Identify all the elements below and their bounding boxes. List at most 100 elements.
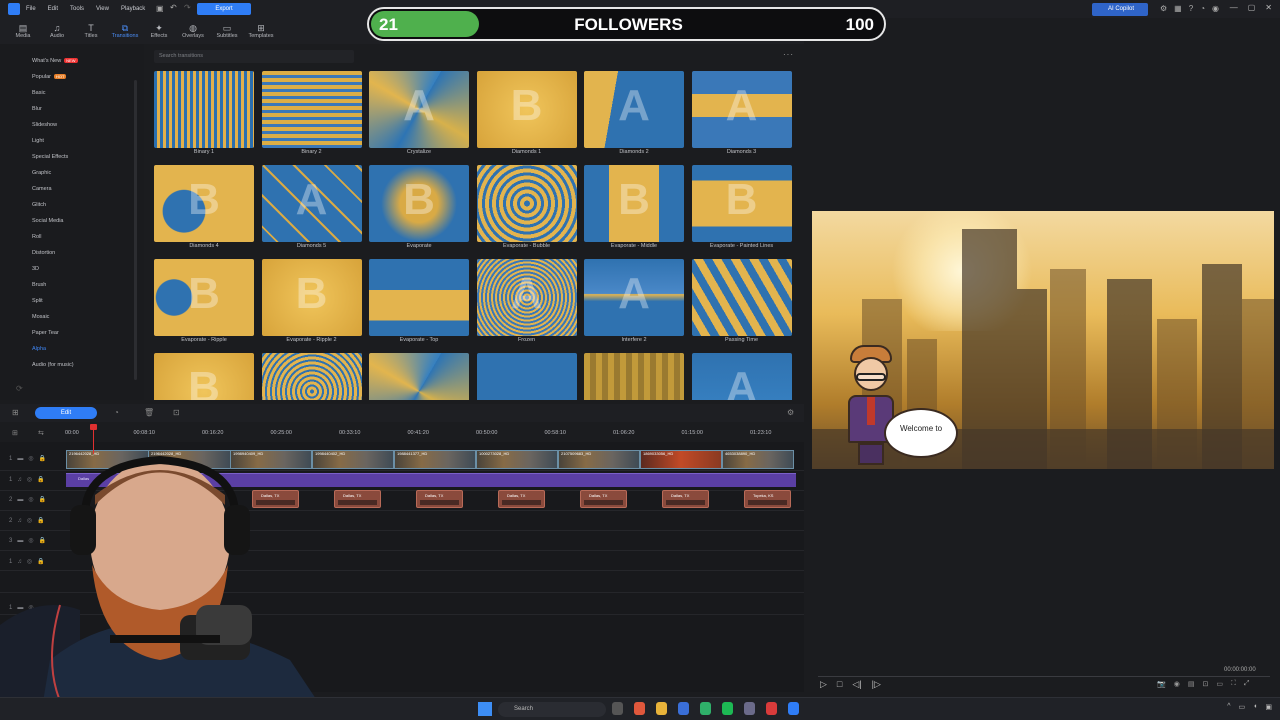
spotify-icon[interactable] <box>722 702 733 715</box>
expand-icon[interactable]: ⤢ <box>1244 680 1250 688</box>
delete-icon[interactable]: 🗑 <box>144 408 154 417</box>
video-clip[interactable]: 1000273028_HD <box>476 450 558 469</box>
category-item[interactable]: What's New NEW <box>32 58 78 64</box>
explorer-icon[interactable] <box>656 702 667 715</box>
start-icon[interactable] <box>478 702 492 716</box>
snapshot-icon[interactable]: 📷 <box>1157 680 1166 688</box>
steam-icon[interactable] <box>744 702 755 715</box>
network-icon[interactable]: ▭ <box>1239 703 1246 711</box>
render-icon[interactable]: ▤ <box>1188 680 1195 688</box>
account-icon[interactable]: ◉ <box>1212 4 1219 13</box>
preview-progress-bar[interactable] <box>818 676 1270 677</box>
link-icon[interactable]: ⟳ <box>16 384 23 393</box>
transition-thumbnail[interactable]: A <box>691 71 792 148</box>
category-item[interactable]: Split <box>32 298 43 304</box>
transition-thumbnail[interactable]: A <box>584 259 684 336</box>
fit-icon[interactable]: ⊡ <box>1202 680 1208 688</box>
text-clip[interactable]: Dallas, TX <box>580 490 627 508</box>
text-clip[interactable]: Dallas, TX <box>662 490 709 508</box>
tab-titles[interactable]: T Titles <box>74 18 108 44</box>
crop-icon[interactable]: ⊡ <box>173 408 180 417</box>
media-player-icon[interactable] <box>766 702 777 715</box>
category-item[interactable]: 3D <box>32 266 39 272</box>
transition-thumbnail[interactable]: A <box>476 259 577 336</box>
timeline-layout-icon[interactable]: ⊞ <box>12 408 19 417</box>
chrome-icon[interactable] <box>634 702 645 715</box>
category-item[interactable]: Brush <box>32 282 46 288</box>
tab-media[interactable]: ▤ Media <box>6 18 40 44</box>
transition-thumbnail[interactable] <box>691 259 792 336</box>
category-item[interactable]: Camera <box>32 186 52 192</box>
fullscreen-icon[interactable]: ⛶ <box>1231 680 1236 688</box>
save-icon[interactable]: ▣ <box>156 4 164 13</box>
app-icon[interactable] <box>678 702 689 715</box>
transition-thumbnail[interactable] <box>369 353 469 400</box>
close-icon[interactable]: ✕ <box>1265 3 1272 12</box>
category-item[interactable]: Slideshow <box>32 122 57 128</box>
menu-edit[interactable]: Edit <box>48 6 58 12</box>
category-item[interactable]: Social Media <box>32 218 64 224</box>
text-clip[interactable]: Topeka, KS <box>744 490 791 508</box>
timeline-ruler[interactable]: ⊞ ⇆ 00:00 00:08:10 00:16:20 00:25:00 00:33:1… <box>0 426 804 442</box>
tab-effects[interactable]: ✦ Effects <box>142 18 176 44</box>
settings-icon[interactable]: ⚙ <box>1160 4 1167 13</box>
minimize-icon[interactable]: — <box>1230 3 1238 12</box>
edit-button[interactable]: Edit <box>35 407 97 419</box>
video-clip[interactable]: 2107509683_HD <box>558 450 640 469</box>
transition-thumbnail[interactable]: B <box>476 71 577 148</box>
category-item[interactable]: Mosaic <box>32 314 49 320</box>
category-item[interactable]: Basic <box>32 90 45 96</box>
category-item[interactable]: Paper Tear <box>32 330 59 336</box>
ai-copilot-button[interactable]: AI Copilot <box>1092 3 1148 16</box>
redo-icon[interactable]: ↷ <box>184 3 191 12</box>
transition-thumbnail[interactable]: B <box>584 165 684 242</box>
category-item[interactable]: Glitch <box>32 202 46 208</box>
video-clip[interactable]: 4653038890_HD <box>722 450 794 469</box>
play-icon[interactable]: ▷ <box>820 679 827 690</box>
transition-thumbnail[interactable] <box>154 71 254 148</box>
transition-thumbnail[interactable] <box>584 353 684 400</box>
transition-thumbnail[interactable]: A <box>584 71 684 148</box>
undo-icon[interactable]: ↶ <box>170 3 177 12</box>
transition-thumbnail[interactable]: B <box>369 165 469 242</box>
transition-thumbnail[interactable]: B <box>154 259 254 336</box>
search-transitions-input[interactable]: Search transitions <box>154 50 354 63</box>
transition-thumbnail[interactable]: B <box>691 165 792 242</box>
chevron-up-icon[interactable]: ^ <box>1227 703 1230 711</box>
taskview-icon[interactable] <box>612 702 623 715</box>
edge-icon[interactable] <box>700 702 711 715</box>
text-clip[interactable]: Dallas, TX <box>498 490 545 508</box>
category-item[interactable]: Special Effects <box>32 154 68 160</box>
transition-thumbnail[interactable]: A <box>369 71 469 148</box>
category-item[interactable]: Distortion <box>32 250 55 256</box>
notification-icon[interactable]: ◔ <box>1200 4 1205 13</box>
transition-thumbnail[interactable]: A <box>261 165 362 242</box>
notification-center-icon[interactable]: ▣ <box>1265 703 1272 711</box>
prev-frame-icon[interactable]: ◁| <box>852 679 861 690</box>
transition-thumbnail[interactable] <box>261 353 362 400</box>
speed-icon[interactable]: ◔ <box>114 408 119 417</box>
maximize-icon[interactable]: ▢ <box>1248 3 1256 12</box>
volume-icon[interactable]: ◖ <box>1253 703 1257 711</box>
menu-view[interactable]: View <box>96 6 109 12</box>
tab-overlays[interactable]: ◍ Overlays <box>176 18 210 44</box>
transition-thumbnail[interactable] <box>369 259 469 336</box>
aspect-icon[interactable]: ▭ <box>1216 680 1223 688</box>
menu-playback[interactable]: Playback <box>121 6 145 12</box>
transition-thumbnail[interactable]: B <box>261 259 362 336</box>
category-item[interactable]: Popular HOT <box>32 74 67 80</box>
video-clip[interactable]: 1988441377_HD <box>394 450 476 469</box>
tab-templates[interactable]: ⊞ Templates <box>244 18 278 44</box>
more-options-icon[interactable]: ··· <box>783 50 794 59</box>
category-item[interactable]: Audio (for music) <box>32 362 74 368</box>
category-item[interactable]: Light <box>32 138 44 144</box>
export-button[interactable]: Export <box>197 3 251 15</box>
menu-file[interactable]: File <box>26 6 36 12</box>
video-clip[interactable]: 1869033056_HD <box>640 450 722 469</box>
category-item[interactable]: Blur <box>32 106 42 112</box>
menu-tools[interactable]: Tools <box>70 6 84 12</box>
help-icon[interactable]: ? <box>1189 4 1193 13</box>
snap-icon[interactable]: ⇆ <box>38 429 44 437</box>
category-item[interactable]: Roll <box>32 234 41 240</box>
transition-thumbnail[interactable]: A <box>691 353 792 400</box>
